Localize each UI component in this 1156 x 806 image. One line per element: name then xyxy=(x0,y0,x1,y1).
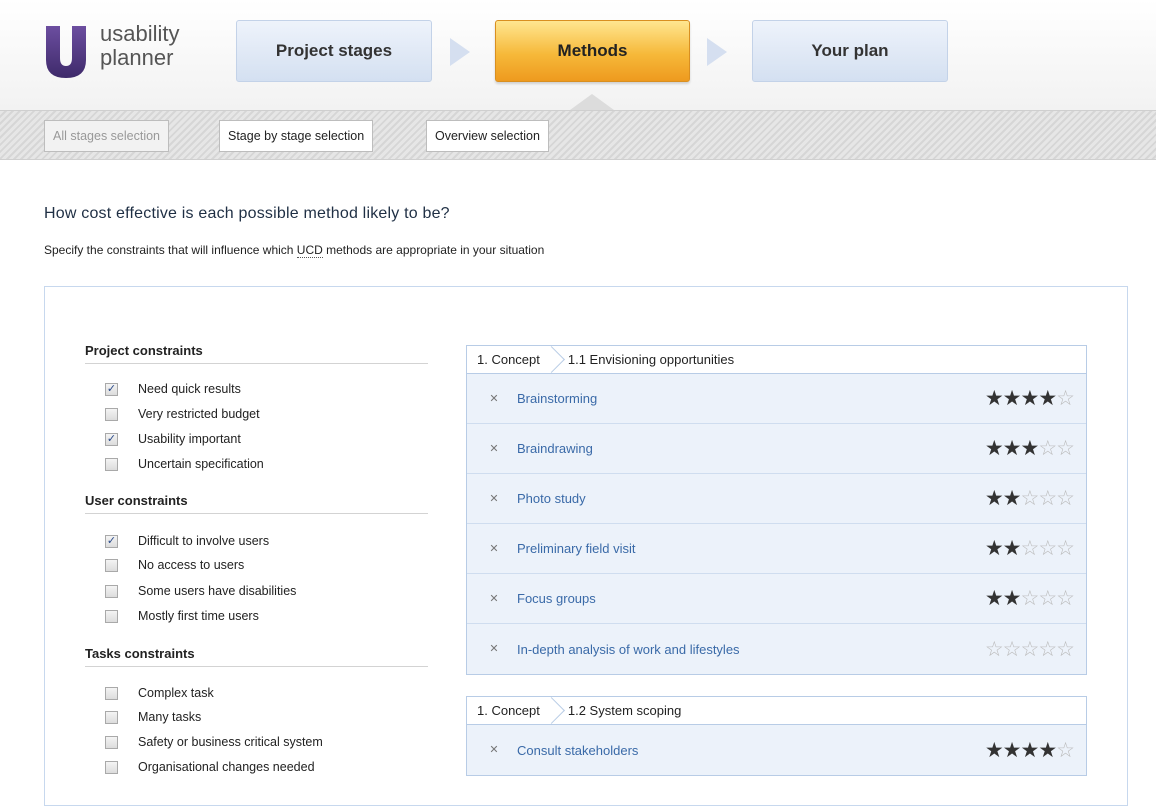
method-name[interactable]: Brainstorming xyxy=(517,391,985,406)
method-name[interactable]: Braindrawing xyxy=(517,441,985,456)
checkbox[interactable] xyxy=(105,735,118,749)
constraint-label: Very restricted budget xyxy=(138,407,260,421)
rating-stars: ★★☆☆☆ xyxy=(984,537,1075,560)
checkbox[interactable] xyxy=(105,686,118,700)
constraint-safety-critical-system[interactable]: Safety or business critical system xyxy=(105,732,323,752)
checkbox[interactable] xyxy=(105,609,118,623)
constraint-no-access-to-users[interactable]: No access to users xyxy=(105,555,244,575)
step-methods[interactable]: Methods xyxy=(495,20,690,82)
method-name[interactable]: Preliminary field visit xyxy=(517,541,985,556)
method-table-envisioning: 1. Concept 1.1 Envisioning opportunities… xyxy=(466,345,1087,675)
constraint-uncertain-specification[interactable]: Uncertain specification xyxy=(105,454,264,474)
close-icon[interactable]: ✕ xyxy=(487,492,501,506)
constraint-label: Safety or business critical system xyxy=(138,735,323,749)
method-row: ✕ In-depth analysis of work and lifestyl… xyxy=(467,624,1086,674)
method-name[interactable]: Consult stakeholders xyxy=(517,743,985,758)
method-row: ✕ Preliminary field visit ★★☆☆☆ xyxy=(467,524,1086,574)
checkbox[interactable] xyxy=(105,558,118,572)
checkbox[interactable] xyxy=(105,407,118,421)
rating-stars: ★★★★☆ xyxy=(984,738,1075,762)
close-icon[interactable]: ✕ xyxy=(487,542,501,556)
step-your-plan[interactable]: Your plan xyxy=(752,20,948,82)
close-icon[interactable]: ✕ xyxy=(487,642,501,656)
constraint-very-restricted-budget[interactable]: Very restricted budget xyxy=(105,404,260,424)
constraint-users-have-disabilities[interactable]: Some users have disabilities xyxy=(105,581,296,601)
close-icon[interactable]: ✕ xyxy=(487,442,501,456)
page-subtitle: Specify the constraints that will influe… xyxy=(44,243,545,258)
ucd-abbreviation[interactable]: UCD xyxy=(296,243,323,258)
checkbox[interactable]: ✓ xyxy=(105,432,118,446)
constraint-complex-task[interactable]: Complex task xyxy=(105,683,214,703)
breadcrumb-chevron-icon xyxy=(550,697,560,725)
constraint-label: Organisational changes needed xyxy=(138,760,315,774)
project-constraints-heading: Project constraints xyxy=(85,343,428,364)
close-icon[interactable]: ✕ xyxy=(487,592,501,606)
method-row: ✕ Brainstorming ★★★★☆ xyxy=(467,374,1086,424)
tab-overview[interactable]: Overview selection xyxy=(426,120,549,152)
checkbox[interactable] xyxy=(105,760,118,774)
constraint-label: No access to users xyxy=(138,558,245,572)
method-table-header: 1. Concept 1.2 System scoping xyxy=(467,697,1086,725)
checkbox[interactable]: ✓ xyxy=(105,534,118,548)
tab-stage-by-stage[interactable]: Stage by stage selection xyxy=(219,120,374,152)
constraint-many-tasks[interactable]: Many tasks xyxy=(105,707,201,727)
constraint-label: Need quick results xyxy=(138,382,241,396)
breadcrumb-substage: 1.2 System scoping xyxy=(567,703,682,718)
subtitle-text: Specify the constraints that will influe… xyxy=(44,243,297,257)
constraint-label: Mostly first time users xyxy=(138,609,259,623)
constraint-label: Usability important xyxy=(138,432,241,446)
constraints-panel: Project constraints ✓ Need quick results … xyxy=(44,286,1128,806)
constraint-mostly-first-time-users[interactable]: Mostly first time users xyxy=(105,606,259,626)
active-step-pointer xyxy=(570,94,614,110)
method-row: ✕ Focus groups ★★☆☆☆ xyxy=(467,574,1086,624)
logo-line-2: planner xyxy=(100,45,174,70)
logo[interactable]: usability planner xyxy=(44,22,179,82)
tab-all-stages[interactable]: All stages selection xyxy=(44,120,170,152)
method-name[interactable]: In-depth analysis of work and lifestyles xyxy=(517,642,985,657)
step-arrow-icon xyxy=(450,38,470,66)
rating-stars: ☆☆☆☆☆ xyxy=(984,637,1075,661)
checkbox[interactable] xyxy=(105,584,118,598)
constraint-label: Complex task xyxy=(138,686,214,700)
rating-stars: ★★★★☆ xyxy=(984,387,1075,410)
checkbox[interactable] xyxy=(105,710,118,724)
constraint-label: Difficult to involve users xyxy=(138,534,270,548)
close-icon[interactable]: ✕ xyxy=(487,743,501,757)
page-title: How cost effective is each possible meth… xyxy=(44,205,450,222)
logo-text: usability planner xyxy=(100,22,179,70)
method-table-system-scoping: 1. Concept 1.2 System scoping ✕ Consult … xyxy=(466,696,1087,776)
constraint-need-quick-results[interactable]: ✓ Need quick results xyxy=(105,379,241,399)
breadcrumb-substage: 1.1 Envisioning opportunities xyxy=(567,352,735,367)
header: usability planner Project stages Methods… xyxy=(0,0,1156,110)
rating-stars: ★★☆☆☆ xyxy=(984,487,1075,510)
logo-u-icon xyxy=(44,22,88,78)
constraint-label: Uncertain specification xyxy=(138,457,264,471)
method-row: ✕ Braindrawing ★★★☆☆ xyxy=(467,424,1086,474)
constraint-label: Many tasks xyxy=(138,710,202,724)
constraint-difficult-to-involve-users[interactable]: ✓ Difficult to involve users xyxy=(105,531,269,551)
tasks-constraints-heading: Tasks constraints xyxy=(85,646,428,667)
constraint-label: Some users have disabilities xyxy=(138,584,297,598)
rating-stars: ★★★☆☆ xyxy=(984,437,1075,460)
selection-tab-bar: All stages selection Stage by stage sele… xyxy=(0,110,1156,160)
close-icon[interactable]: ✕ xyxy=(487,392,501,406)
method-table-header: 1. Concept 1.1 Envisioning opportunities xyxy=(467,346,1086,374)
method-name[interactable]: Focus groups xyxy=(517,591,985,606)
checkbox[interactable] xyxy=(105,457,118,471)
constraint-organisational-changes[interactable]: Organisational changes needed xyxy=(105,757,315,777)
user-constraints-heading: User constraints xyxy=(85,493,428,514)
subtitle-text: methods are appropriate in your situatio… xyxy=(322,243,545,257)
breadcrumb-chevron-icon xyxy=(550,346,560,374)
step-arrow-icon xyxy=(707,38,727,66)
logo-line-1: usability xyxy=(100,21,180,46)
rating-stars: ★★☆☆☆ xyxy=(984,587,1075,610)
constraint-usability-important[interactable]: ✓ Usability important xyxy=(105,429,241,449)
method-row: ✕ Consult stakeholders ★★★★☆ xyxy=(467,725,1086,775)
checkbox[interactable]: ✓ xyxy=(105,382,118,396)
step-project-stages[interactable]: Project stages xyxy=(236,20,432,82)
method-row: ✕ Photo study ★★☆☆☆ xyxy=(467,474,1086,524)
method-name[interactable]: Photo study xyxy=(517,491,985,506)
